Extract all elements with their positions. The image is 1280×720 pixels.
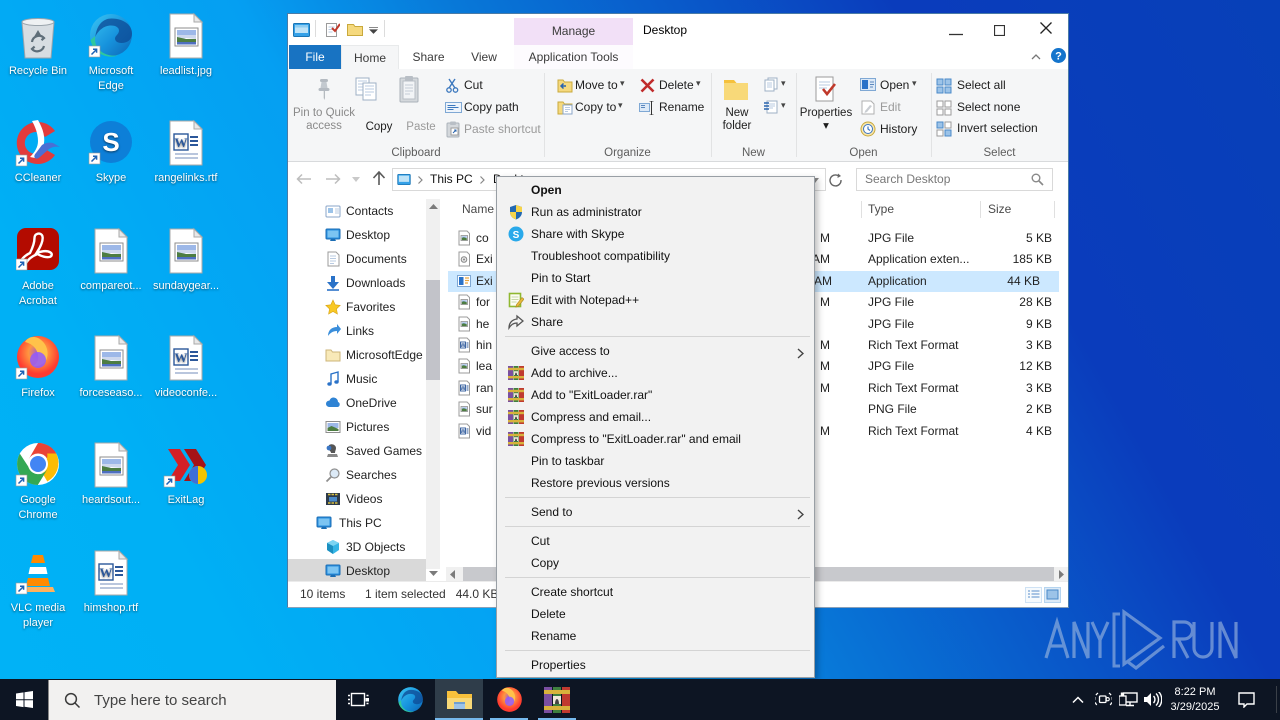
svg-text:S: S bbox=[513, 230, 520, 241]
svg-text:S: S bbox=[102, 127, 119, 157]
svg-text:?: ? bbox=[1055, 51, 1062, 63]
